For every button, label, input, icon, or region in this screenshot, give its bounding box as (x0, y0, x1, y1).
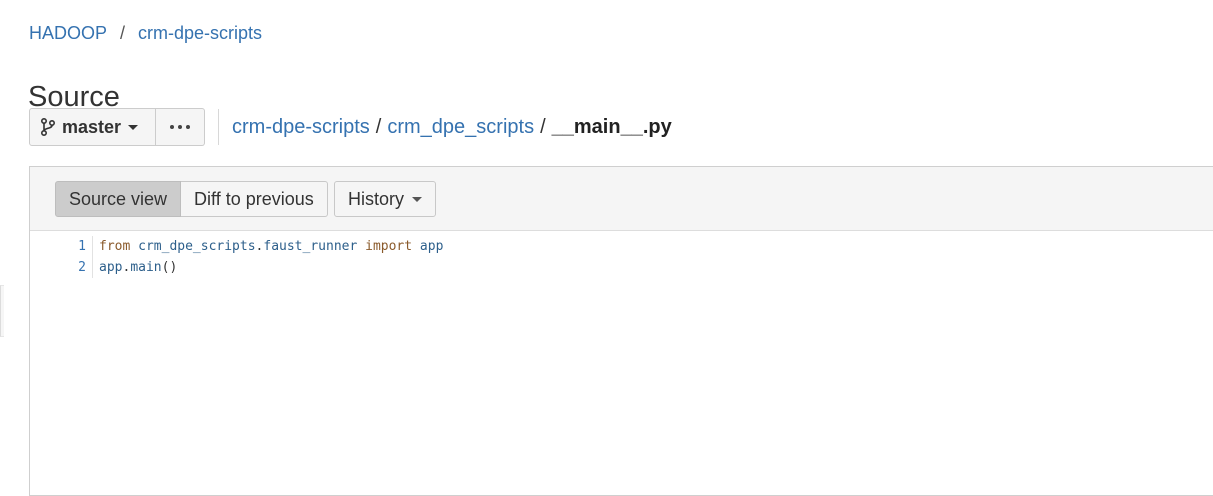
diff-to-previous-button[interactable]: Diff to previous (181, 181, 328, 217)
path-segment-repo[interactable]: crm-dpe-scripts (232, 116, 370, 139)
code-token: app (99, 260, 123, 275)
code-token: () (161, 260, 178, 275)
branch-icon (40, 118, 56, 136)
code-line-text: from crm_dpe_scripts.faust_runner import… (93, 236, 443, 257)
source-panel: Source view Diff to previous History 1 fr… (29, 166, 1213, 496)
branch-selector-button[interactable]: master (29, 108, 156, 146)
path-separator: / (375, 115, 382, 138)
view-mode-toggle: Source view Diff to previous (55, 181, 328, 217)
code-line-text: app.main() (93, 257, 177, 278)
history-dropdown-button[interactable]: History (334, 181, 437, 217)
current-file-name: __main__.py (551, 115, 672, 138)
code-line: 2 app.main() (30, 257, 1213, 278)
chevron-down-icon (128, 124, 139, 130)
code-view: 1 from crm_dpe_scripts.faust_runner impor… (30, 236, 1213, 278)
chevron-down-icon (412, 196, 423, 202)
left-scroll-edge (0, 285, 4, 337)
source-view-button[interactable]: Source view (55, 181, 182, 217)
path-separator: / (540, 115, 546, 138)
ellipsis-icon (168, 125, 192, 129)
code-token: crm_dpe_scripts (130, 239, 256, 254)
code-token: main (130, 260, 162, 275)
file-toolbar: master crm-dpe-scripts / crm_dpe_scripts… (29, 108, 672, 146)
breadcrumb-separator: / (120, 23, 126, 43)
code-line: 1 from crm_dpe_scripts.faust_runner impor… (30, 236, 1213, 257)
toolbar-divider (218, 109, 219, 145)
path-segment-folder[interactable]: crm_dpe_scripts (387, 116, 534, 139)
source-panel-header: Source view Diff to previous History (30, 167, 1213, 231)
breadcrumb-project-link[interactable]: HADOOP (29, 22, 107, 44)
file-path-breadcrumb: crm-dpe-scripts / crm_dpe_scripts / __ma… (232, 116, 672, 139)
code-token: faust_runner (263, 239, 358, 254)
branch-label: master (62, 116, 122, 137)
history-label: History (348, 188, 405, 209)
line-number[interactable]: 1 (30, 236, 93, 257)
branch-button-group: master (29, 108, 205, 146)
code-token: from (99, 239, 131, 254)
line-number[interactable]: 2 (30, 257, 93, 278)
code-token: import (365, 239, 413, 254)
code-token: app (412, 239, 444, 254)
breadcrumb-repo-link[interactable]: crm-dpe-scripts (138, 22, 262, 44)
more-actions-button[interactable] (156, 108, 205, 146)
breadcrumb: HADOOP / crm-dpe-scripts (29, 22, 262, 44)
